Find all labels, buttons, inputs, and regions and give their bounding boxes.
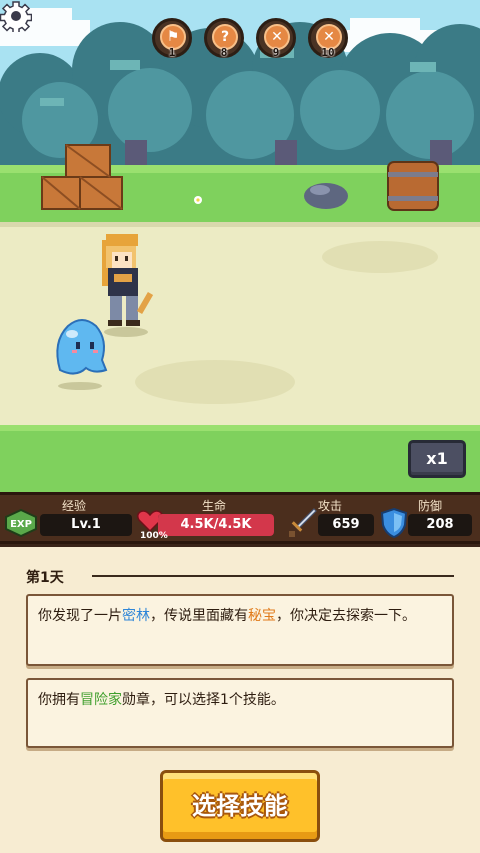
scene-background <box>0 0 480 492</box>
badge-highlight: 冒险家 <box>80 692 122 708</box>
divider <box>92 575 454 577</box>
story-text: ，传说里面藏有 <box>150 608 248 624</box>
story-text: 勋章，可以选择1个技能。 <box>122 692 285 708</box>
stats-bar: EXP 经验 Lv.1 生命 4.5K/4.5K 100% 攻击 659 防御 … <box>0 492 480 544</box>
hp-percent: 100% <box>140 531 168 541</box>
battle-count-9: 9 <box>272 46 280 59</box>
story-card-discovery: 你发现了一片密林，传说里面藏有秘宝，你决定去探索一下。 <box>26 594 454 666</box>
story-text: 你发现了一片 <box>38 608 122 624</box>
flag-button[interactable]: ⚑ 1 <box>152 18 192 59</box>
attack-value: 659 <box>318 514 374 536</box>
exp-level: Lv.1 <box>40 514 132 536</box>
gear-icon[interactable] <box>0 0 32 32</box>
story-card-badge: 你拥有冒险家勋章，可以选择1个技能。 <box>26 678 454 748</box>
hp-label: 生命 <box>202 499 227 513</box>
flag-count: 1 <box>168 46 176 59</box>
shield-icon <box>380 507 408 539</box>
battle-count-10: 10 <box>321 46 335 59</box>
place-highlight: 密林 <box>122 608 150 624</box>
choose-skill-button[interactable]: 选择技能 <box>160 770 320 842</box>
story-text: ，你决定去探索一下。 <box>276 608 416 624</box>
story-text: 你拥有 <box>38 692 80 708</box>
attack-label: 攻击 <box>318 499 343 513</box>
question-count: 8 <box>220 46 228 59</box>
exp-icon-text: EXP <box>10 519 32 530</box>
defense-label: 防御 <box>418 499 443 513</box>
defense-value: 208 <box>408 514 472 536</box>
game-scene: ⚑ 1 ? 8 ✕ 9 ✕ 10 x1 <box>0 0 480 492</box>
exp-icon: EXP <box>5 509 37 537</box>
question-button[interactable]: ? 8 <box>204 18 244 59</box>
exp-label: 经验 <box>62 499 87 513</box>
battle-button-10[interactable]: ✕ 10 <box>308 18 348 59</box>
slime-monster <box>56 319 108 390</box>
sword-icon <box>289 508 317 537</box>
treasure-highlight: 秘宝 <box>248 608 276 624</box>
hp-value: 4.5K/4.5K <box>180 517 252 532</box>
speed-button[interactable]: x1 <box>408 440 466 478</box>
day-label: 第1天 <box>26 570 64 586</box>
hp-bar: 4.5K/4.5K <box>158 514 274 536</box>
battle-button-9[interactable]: ✕ 9 <box>256 18 296 59</box>
